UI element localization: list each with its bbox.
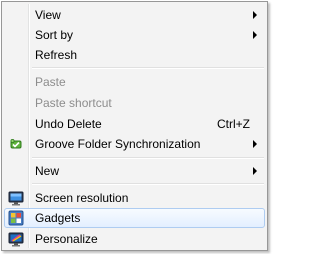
menu-separator: [32, 157, 264, 159]
menu-item-view[interactable]: View: [4, 5, 265, 25]
submenu-arrow-icon: [253, 31, 257, 39]
menu-separator: [32, 183, 264, 185]
menu-item-screen-resolution-label: Screen resolution: [35, 191, 129, 205]
menu-item-new-label: New: [35, 164, 60, 178]
monitor-icon: [8, 190, 24, 206]
menu-item-groove-sync[interactable]: Groove Folder Synchronization: [4, 134, 265, 154]
menu-item-personalize-label: Personalize: [35, 232, 98, 246]
undo-delete-shortcut: Ctrl+Z: [217, 117, 250, 131]
menu-separator: [32, 67, 264, 69]
submenu-arrow-icon: [253, 167, 257, 175]
submenu-arrow-icon: [253, 11, 257, 19]
menu-item-refresh[interactable]: Refresh: [4, 45, 265, 65]
menu-item-groove-sync-label: Groove Folder Synchronization: [35, 137, 201, 151]
menu-item-undo-delete[interactable]: Undo Delete Ctrl+Z: [4, 114, 265, 134]
menu-item-paste-shortcut-label: Paste shortcut: [35, 96, 112, 110]
desktop-context-menu: View Sort by Refresh Paste Paste shortcu…: [1, 1, 268, 251]
gadgets-icon: [8, 210, 24, 226]
menu-item-sort-by[interactable]: Sort by: [4, 25, 265, 45]
menu-item-new[interactable]: New: [4, 161, 265, 181]
menu-item-gadgets-label: Gadgets: [35, 211, 81, 225]
menu-item-paste: Paste: [4, 72, 265, 92]
menu-item-refresh-label: Refresh: [35, 48, 78, 62]
personalize-icon: [8, 231, 24, 247]
menu-item-paste-label: Paste: [35, 75, 66, 89]
submenu-arrow-icon: [253, 140, 257, 148]
menu-item-screen-resolution[interactable]: Screen resolution: [4, 188, 265, 208]
menu-item-paste-shortcut: Paste shortcut: [4, 93, 265, 113]
menu-item-gadgets[interactable]: Gadgets: [4, 208, 265, 228]
menu-item-view-label: View: [35, 8, 61, 22]
groove-sync-icon: [8, 136, 24, 152]
menu-item-sort-by-label: Sort by: [35, 28, 74, 42]
menu-item-undo-delete-label: Undo Delete: [35, 117, 102, 131]
menu-item-personalize[interactable]: Personalize: [4, 229, 265, 249]
